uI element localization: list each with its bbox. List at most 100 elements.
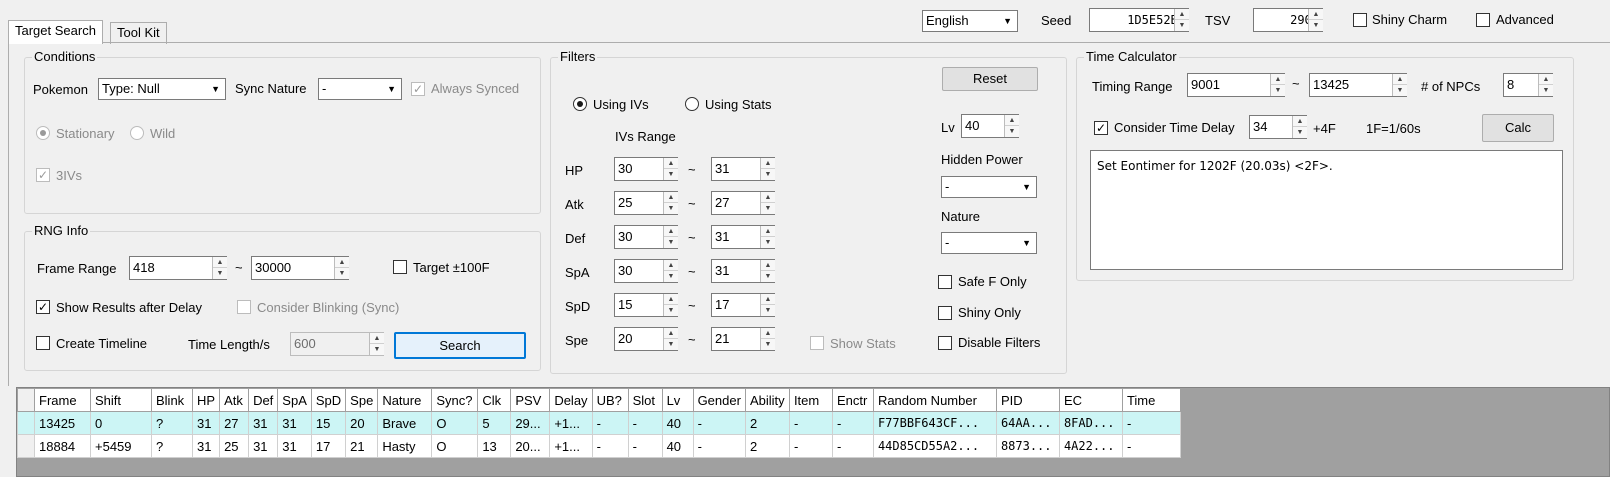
spin-down-icon[interactable]: ▼: [664, 305, 678, 316]
spin-up-icon[interactable]: ▲: [335, 257, 349, 268]
iv-max-spinner[interactable]: ▲ ▼: [760, 192, 775, 214]
timing-min-spinner[interactable]: ▲ ▼: [1270, 74, 1285, 96]
column-header[interactable]: Lv: [661, 388, 694, 412]
column-header[interactable]: Clk: [477, 388, 512, 412]
table-row[interactable]: 18884 +5459? 31 25 31 31 17 21 Hasty O 13 20... +1..…: [17, 434, 1181, 458]
spin-up-icon[interactable]: ▲: [664, 294, 678, 305]
column-header[interactable]: Random Number: [872, 388, 997, 412]
column-header[interactable]: HP: [191, 388, 221, 412]
shiny-only-checkbox[interactable]: [938, 306, 952, 320]
advanced-checkbox[interactable]: [1476, 13, 1490, 27]
spin-down-icon[interactable]: ▼: [1309, 20, 1323, 31]
spin-down-icon[interactable]: ▼: [1005, 126, 1019, 137]
spin-up-icon[interactable]: ▲: [1005, 115, 1019, 126]
language-select[interactable]: English ▼: [922, 10, 1018, 32]
spin-up-icon[interactable]: ▲: [1539, 74, 1553, 85]
column-header[interactable]: PID: [995, 388, 1060, 412]
column-header[interactable]: Shift: [90, 388, 152, 412]
iv-max-field-spd[interactable]: 17 ▲ ▼: [711, 293, 775, 317]
iv-min-spinner[interactable]: ▲ ▼: [663, 158, 678, 180]
always-synced-checkbox[interactable]: ✓: [411, 82, 425, 96]
spin-up-icon[interactable]: ▲: [761, 328, 775, 339]
iv-max-spinner[interactable]: ▲ ▼: [760, 294, 775, 316]
hidden-power-select[interactable]: - ▼: [941, 176, 1037, 198]
disable-filters-checkbox[interactable]: [938, 336, 952, 350]
column-header[interactable]: Item: [788, 388, 833, 412]
column-header[interactable]: Gender: [692, 388, 746, 412]
show-results-after-delay-checkbox[interactable]: ✓: [36, 300, 50, 314]
stationary-radio[interactable]: [36, 126, 50, 140]
consider-blinking-checkbox[interactable]: [237, 300, 251, 314]
spin-down-icon[interactable]: ▼: [1539, 85, 1553, 96]
column-header[interactable]: Time: [1121, 388, 1181, 412]
wild-radio[interactable]: [130, 126, 144, 140]
spin-down-icon[interactable]: ▼: [664, 339, 678, 350]
calc-output-box[interactable]: Set Eontimer for 1202F (20.03s) <2F>.: [1090, 150, 1563, 270]
time-delay-field[interactable]: 34 ▲ ▼: [1249, 115, 1307, 139]
spin-down-icon[interactable]: ▼: [1293, 127, 1307, 138]
column-header[interactable]: Enctr: [831, 388, 874, 412]
spin-up-icon[interactable]: ▲: [761, 294, 775, 305]
column-header[interactable]: SpD: [310, 388, 347, 412]
using-stats-radio[interactable]: [685, 97, 699, 111]
spin-down-icon[interactable]: ▼: [761, 339, 775, 350]
spin-up-icon[interactable]: ▲: [1271, 74, 1285, 85]
spin-down-icon[interactable]: ▼: [1271, 85, 1285, 96]
spin-up-icon[interactable]: ▲: [664, 328, 678, 339]
iv-min-spinner[interactable]: ▲ ▼: [663, 192, 678, 214]
frame-min-field[interactable]: 418 ▲ ▼: [129, 256, 227, 280]
column-header[interactable]: UB?: [591, 388, 629, 412]
row-header[interactable]: [17, 411, 35, 435]
lv-field[interactable]: 40 ▲ ▼: [961, 114, 1019, 138]
iv-max-field-hp[interactable]: 31 ▲ ▼: [711, 157, 775, 181]
three-ivs-checkbox[interactable]: ✓: [36, 168, 50, 182]
spin-up-icon[interactable]: ▲: [761, 192, 775, 203]
reset-button[interactable]: Reset: [942, 67, 1038, 91]
target-100f-checkbox[interactable]: [393, 260, 407, 274]
spin-down-icon[interactable]: ▼: [370, 344, 384, 355]
column-header[interactable]: EC: [1058, 388, 1123, 412]
time-length-field[interactable]: 600 ▲ ▼: [290, 332, 384, 356]
spin-down-icon[interactable]: ▼: [664, 271, 678, 282]
spin-down-icon[interactable]: ▼: [1175, 20, 1189, 31]
seed-spinner[interactable]: ▲ ▼: [1174, 9, 1189, 31]
spin-up-icon[interactable]: ▲: [761, 260, 775, 271]
iv-min-field-spd[interactable]: 15 ▲ ▼: [614, 293, 678, 317]
iv-max-field-spa[interactable]: 31 ▲ ▼: [711, 259, 775, 283]
column-header[interactable]: Def: [248, 388, 279, 412]
using-ivs-radio[interactable]: [573, 97, 587, 111]
column-header[interactable]: Blink: [151, 388, 193, 412]
iv-max-spinner[interactable]: ▲ ▼: [760, 328, 775, 350]
spin-up-icon[interactable]: ▲: [370, 333, 384, 344]
shiny-charm-checkbox[interactable]: [1353, 13, 1367, 27]
tsv-field[interactable]: 2905 ▲ ▼: [1253, 8, 1323, 32]
search-button[interactable]: Search: [394, 332, 526, 359]
spin-up-icon[interactable]: ▲: [664, 260, 678, 271]
spin-down-icon[interactable]: ▼: [664, 237, 678, 248]
iv-min-field-hp[interactable]: 30 ▲ ▼: [614, 157, 678, 181]
npcs-spinner[interactable]: ▲ ▼: [1538, 74, 1553, 96]
spin-up-icon[interactable]: ▲: [1293, 116, 1307, 127]
spin-up-icon[interactable]: ▲: [761, 226, 775, 237]
spin-down-icon[interactable]: ▼: [761, 305, 775, 316]
column-header[interactable]: Sync?: [431, 388, 479, 412]
spin-up-icon[interactable]: ▲: [664, 226, 678, 237]
consider-time-delay-checkbox[interactable]: ✓: [1094, 121, 1108, 135]
column-header[interactable]: Delay: [549, 388, 593, 412]
calc-button[interactable]: Calc: [1482, 114, 1554, 142]
iv-min-field-spe[interactable]: 20 ▲ ▼: [614, 327, 678, 351]
iv-min-field-spa[interactable]: 30 ▲ ▼: [614, 259, 678, 283]
spin-up-icon[interactable]: ▲: [664, 158, 678, 169]
spin-down-icon[interactable]: ▼: [335, 268, 349, 279]
frame-min-spinner[interactable]: ▲ ▼: [212, 257, 227, 279]
tab-tool-kit[interactable]: Tool Kit: [110, 22, 167, 44]
nature-select[interactable]: - ▼: [941, 232, 1037, 254]
iv-max-spinner[interactable]: ▲ ▼: [760, 158, 775, 180]
iv-max-spinner[interactable]: ▲ ▼: [760, 226, 775, 248]
iv-max-field-def[interactable]: 31 ▲ ▼: [711, 225, 775, 249]
spin-up-icon[interactable]: ▲: [664, 192, 678, 203]
spin-up-icon[interactable]: ▲: [1393, 74, 1407, 85]
spin-down-icon[interactable]: ▼: [761, 203, 775, 214]
timing-max-field[interactable]: 13425 ▲ ▼: [1309, 73, 1407, 97]
column-header[interactable]: Frame: [34, 388, 91, 412]
